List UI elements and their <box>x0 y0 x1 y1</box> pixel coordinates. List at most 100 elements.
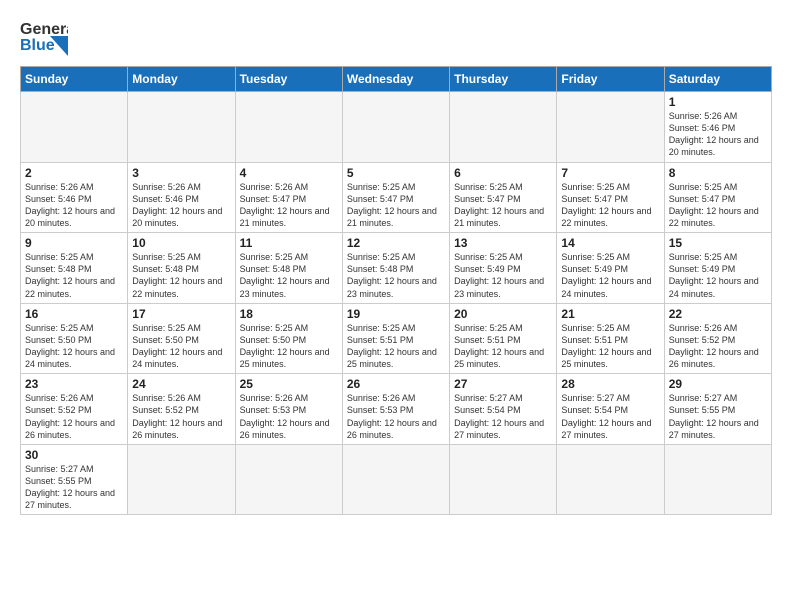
day-number: 18 <box>240 307 338 321</box>
calendar-cell: 1Sunrise: 5:26 AMSunset: 5:46 PMDaylight… <box>664 92 771 163</box>
day-number: 20 <box>454 307 552 321</box>
header-tuesday: Tuesday <box>235 67 342 92</box>
day-number: 8 <box>669 166 767 180</box>
day-number: 26 <box>347 377 445 391</box>
day-info: Sunrise: 5:25 AMSunset: 5:47 PMDaylight:… <box>669 181 767 230</box>
calendar-cell <box>21 92 128 163</box>
day-number: 19 <box>347 307 445 321</box>
svg-text:General: General <box>20 21 68 38</box>
day-info: Sunrise: 5:27 AMSunset: 5:54 PMDaylight:… <box>561 392 659 441</box>
header: General Blue <box>20 16 772 58</box>
calendar-cell: 25Sunrise: 5:26 AMSunset: 5:53 PMDayligh… <box>235 374 342 445</box>
day-number: 28 <box>561 377 659 391</box>
day-info: Sunrise: 5:26 AMSunset: 5:53 PMDaylight:… <box>347 392 445 441</box>
day-info: Sunrise: 5:25 AMSunset: 5:49 PMDaylight:… <box>669 251 767 300</box>
header-sunday: Sunday <box>21 67 128 92</box>
day-info: Sunrise: 5:26 AMSunset: 5:53 PMDaylight:… <box>240 392 338 441</box>
day-number: 22 <box>669 307 767 321</box>
calendar-cell <box>235 444 342 515</box>
day-info: Sunrise: 5:25 AMSunset: 5:49 PMDaylight:… <box>561 251 659 300</box>
header-friday: Friday <box>557 67 664 92</box>
day-number: 5 <box>347 166 445 180</box>
day-number: 30 <box>25 448 123 462</box>
calendar-cell <box>664 444 771 515</box>
calendar-cell: 19Sunrise: 5:25 AMSunset: 5:51 PMDayligh… <box>342 303 449 374</box>
day-number: 14 <box>561 236 659 250</box>
day-number: 29 <box>669 377 767 391</box>
day-number: 17 <box>132 307 230 321</box>
calendar-table: Sunday Monday Tuesday Wednesday Thursday… <box>20 66 772 515</box>
day-info: Sunrise: 5:25 AMSunset: 5:51 PMDaylight:… <box>347 322 445 371</box>
day-info: Sunrise: 5:26 AMSunset: 5:47 PMDaylight:… <box>240 181 338 230</box>
calendar-cell: 24Sunrise: 5:26 AMSunset: 5:52 PMDayligh… <box>128 374 235 445</box>
day-info: Sunrise: 5:25 AMSunset: 5:47 PMDaylight:… <box>347 181 445 230</box>
day-info: Sunrise: 5:25 AMSunset: 5:50 PMDaylight:… <box>132 322 230 371</box>
day-number: 9 <box>25 236 123 250</box>
day-number: 23 <box>25 377 123 391</box>
calendar-cell: 5Sunrise: 5:25 AMSunset: 5:47 PMDaylight… <box>342 162 449 233</box>
day-info: Sunrise: 5:26 AMSunset: 5:46 PMDaylight:… <box>132 181 230 230</box>
calendar-cell <box>342 444 449 515</box>
day-number: 24 <box>132 377 230 391</box>
calendar-cell: 18Sunrise: 5:25 AMSunset: 5:50 PMDayligh… <box>235 303 342 374</box>
calendar-cell: 7Sunrise: 5:25 AMSunset: 5:47 PMDaylight… <box>557 162 664 233</box>
calendar-cell: 17Sunrise: 5:25 AMSunset: 5:50 PMDayligh… <box>128 303 235 374</box>
calendar-cell: 23Sunrise: 5:26 AMSunset: 5:52 PMDayligh… <box>21 374 128 445</box>
calendar-cell: 2Sunrise: 5:26 AMSunset: 5:46 PMDaylight… <box>21 162 128 233</box>
day-number: 15 <box>669 236 767 250</box>
calendar-cell: 8Sunrise: 5:25 AMSunset: 5:47 PMDaylight… <box>664 162 771 233</box>
day-number: 21 <box>561 307 659 321</box>
day-number: 12 <box>347 236 445 250</box>
day-info: Sunrise: 5:27 AMSunset: 5:55 PMDaylight:… <box>25 463 123 512</box>
calendar-cell: 11Sunrise: 5:25 AMSunset: 5:48 PMDayligh… <box>235 233 342 304</box>
calendar-cell <box>235 92 342 163</box>
day-number: 13 <box>454 236 552 250</box>
header-wednesday: Wednesday <box>342 67 449 92</box>
day-number: 16 <box>25 307 123 321</box>
day-info: Sunrise: 5:25 AMSunset: 5:48 PMDaylight:… <box>132 251 230 300</box>
day-number: 1 <box>669 95 767 109</box>
day-number: 11 <box>240 236 338 250</box>
calendar-cell: 21Sunrise: 5:25 AMSunset: 5:51 PMDayligh… <box>557 303 664 374</box>
day-info: Sunrise: 5:26 AMSunset: 5:52 PMDaylight:… <box>132 392 230 441</box>
day-number: 4 <box>240 166 338 180</box>
day-info: Sunrise: 5:25 AMSunset: 5:47 PMDaylight:… <box>561 181 659 230</box>
logo: General Blue <box>20 16 68 58</box>
calendar-cell <box>342 92 449 163</box>
day-number: 2 <box>25 166 123 180</box>
calendar-cell: 12Sunrise: 5:25 AMSunset: 5:48 PMDayligh… <box>342 233 449 304</box>
calendar-cell <box>128 444 235 515</box>
calendar-cell: 15Sunrise: 5:25 AMSunset: 5:49 PMDayligh… <box>664 233 771 304</box>
day-number: 10 <box>132 236 230 250</box>
calendar-cell: 22Sunrise: 5:26 AMSunset: 5:52 PMDayligh… <box>664 303 771 374</box>
calendar-cell: 9Sunrise: 5:25 AMSunset: 5:48 PMDaylight… <box>21 233 128 304</box>
day-info: Sunrise: 5:25 AMSunset: 5:51 PMDaylight:… <box>561 322 659 371</box>
header-thursday: Thursday <box>450 67 557 92</box>
day-info: Sunrise: 5:25 AMSunset: 5:51 PMDaylight:… <box>454 322 552 371</box>
header-saturday: Saturday <box>664 67 771 92</box>
day-info: Sunrise: 5:25 AMSunset: 5:48 PMDaylight:… <box>240 251 338 300</box>
calendar-cell: 29Sunrise: 5:27 AMSunset: 5:55 PMDayligh… <box>664 374 771 445</box>
day-info: Sunrise: 5:25 AMSunset: 5:49 PMDaylight:… <box>454 251 552 300</box>
day-number: 6 <box>454 166 552 180</box>
calendar-cell: 20Sunrise: 5:25 AMSunset: 5:51 PMDayligh… <box>450 303 557 374</box>
calendar-cell <box>450 92 557 163</box>
calendar-cell <box>450 444 557 515</box>
calendar-cell: 13Sunrise: 5:25 AMSunset: 5:49 PMDayligh… <box>450 233 557 304</box>
calendar-cell: 6Sunrise: 5:25 AMSunset: 5:47 PMDaylight… <box>450 162 557 233</box>
calendar-cell: 27Sunrise: 5:27 AMSunset: 5:54 PMDayligh… <box>450 374 557 445</box>
calendar-cell: 16Sunrise: 5:25 AMSunset: 5:50 PMDayligh… <box>21 303 128 374</box>
svg-text:Blue: Blue <box>20 37 55 54</box>
day-info: Sunrise: 5:25 AMSunset: 5:50 PMDaylight:… <box>25 322 123 371</box>
header-monday: Monday <box>128 67 235 92</box>
calendar-cell <box>557 92 664 163</box>
calendar-cell: 4Sunrise: 5:26 AMSunset: 5:47 PMDaylight… <box>235 162 342 233</box>
calendar-cell: 30Sunrise: 5:27 AMSunset: 5:55 PMDayligh… <box>21 444 128 515</box>
day-number: 25 <box>240 377 338 391</box>
day-info: Sunrise: 5:27 AMSunset: 5:55 PMDaylight:… <box>669 392 767 441</box>
calendar-cell <box>128 92 235 163</box>
calendar-cell: 3Sunrise: 5:26 AMSunset: 5:46 PMDaylight… <box>128 162 235 233</box>
day-info: Sunrise: 5:25 AMSunset: 5:50 PMDaylight:… <box>240 322 338 371</box>
day-number: 27 <box>454 377 552 391</box>
day-info: Sunrise: 5:26 AMSunset: 5:46 PMDaylight:… <box>669 110 767 159</box>
